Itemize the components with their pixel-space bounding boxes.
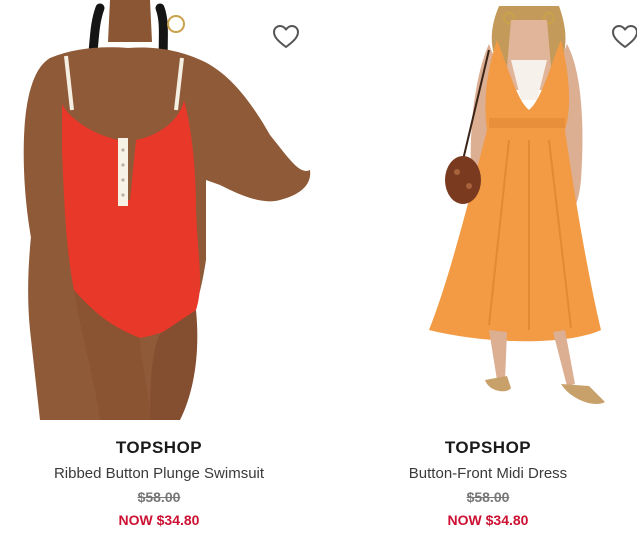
product-image[interactable] <box>339 0 637 420</box>
heart-outline-icon <box>612 25 637 48</box>
sale-price: NOW $34.80 <box>118 512 200 528</box>
product-card[interactable]: TOPSHOP Button-Front Midi Dress $58.00 N… <box>339 0 637 535</box>
product-info: TOPSHOP Ribbed Button Plunge Swimsuit $5… <box>0 436 318 530</box>
brand-name: TOPSHOP <box>115 438 203 457</box>
product-info: TOPSHOP Button-Front Midi Dress $58.00 N… <box>339 436 637 530</box>
product-grid: TOPSHOP Ribbed Button Plunge Swimsuit $5… <box>0 0 637 535</box>
sale-price: NOW $34.80 <box>447 512 529 528</box>
product-image[interactable] <box>0 0 318 420</box>
product-name-link[interactable]: Ribbed Button Plunge Swimsuit <box>0 464 318 484</box>
brand-name: TOPSHOP <box>444 438 532 457</box>
wishlist-button[interactable] <box>272 24 300 50</box>
product-name-link[interactable]: Button-Front Midi Dress <box>339 464 637 484</box>
original-price: $58.00 <box>466 489 510 505</box>
heart-outline-icon <box>273 25 299 48</box>
wishlist-button[interactable] <box>611 24 637 50</box>
product-card[interactable]: TOPSHOP Ribbed Button Plunge Swimsuit $5… <box>0 0 318 535</box>
original-price: $58.00 <box>137 489 181 505</box>
